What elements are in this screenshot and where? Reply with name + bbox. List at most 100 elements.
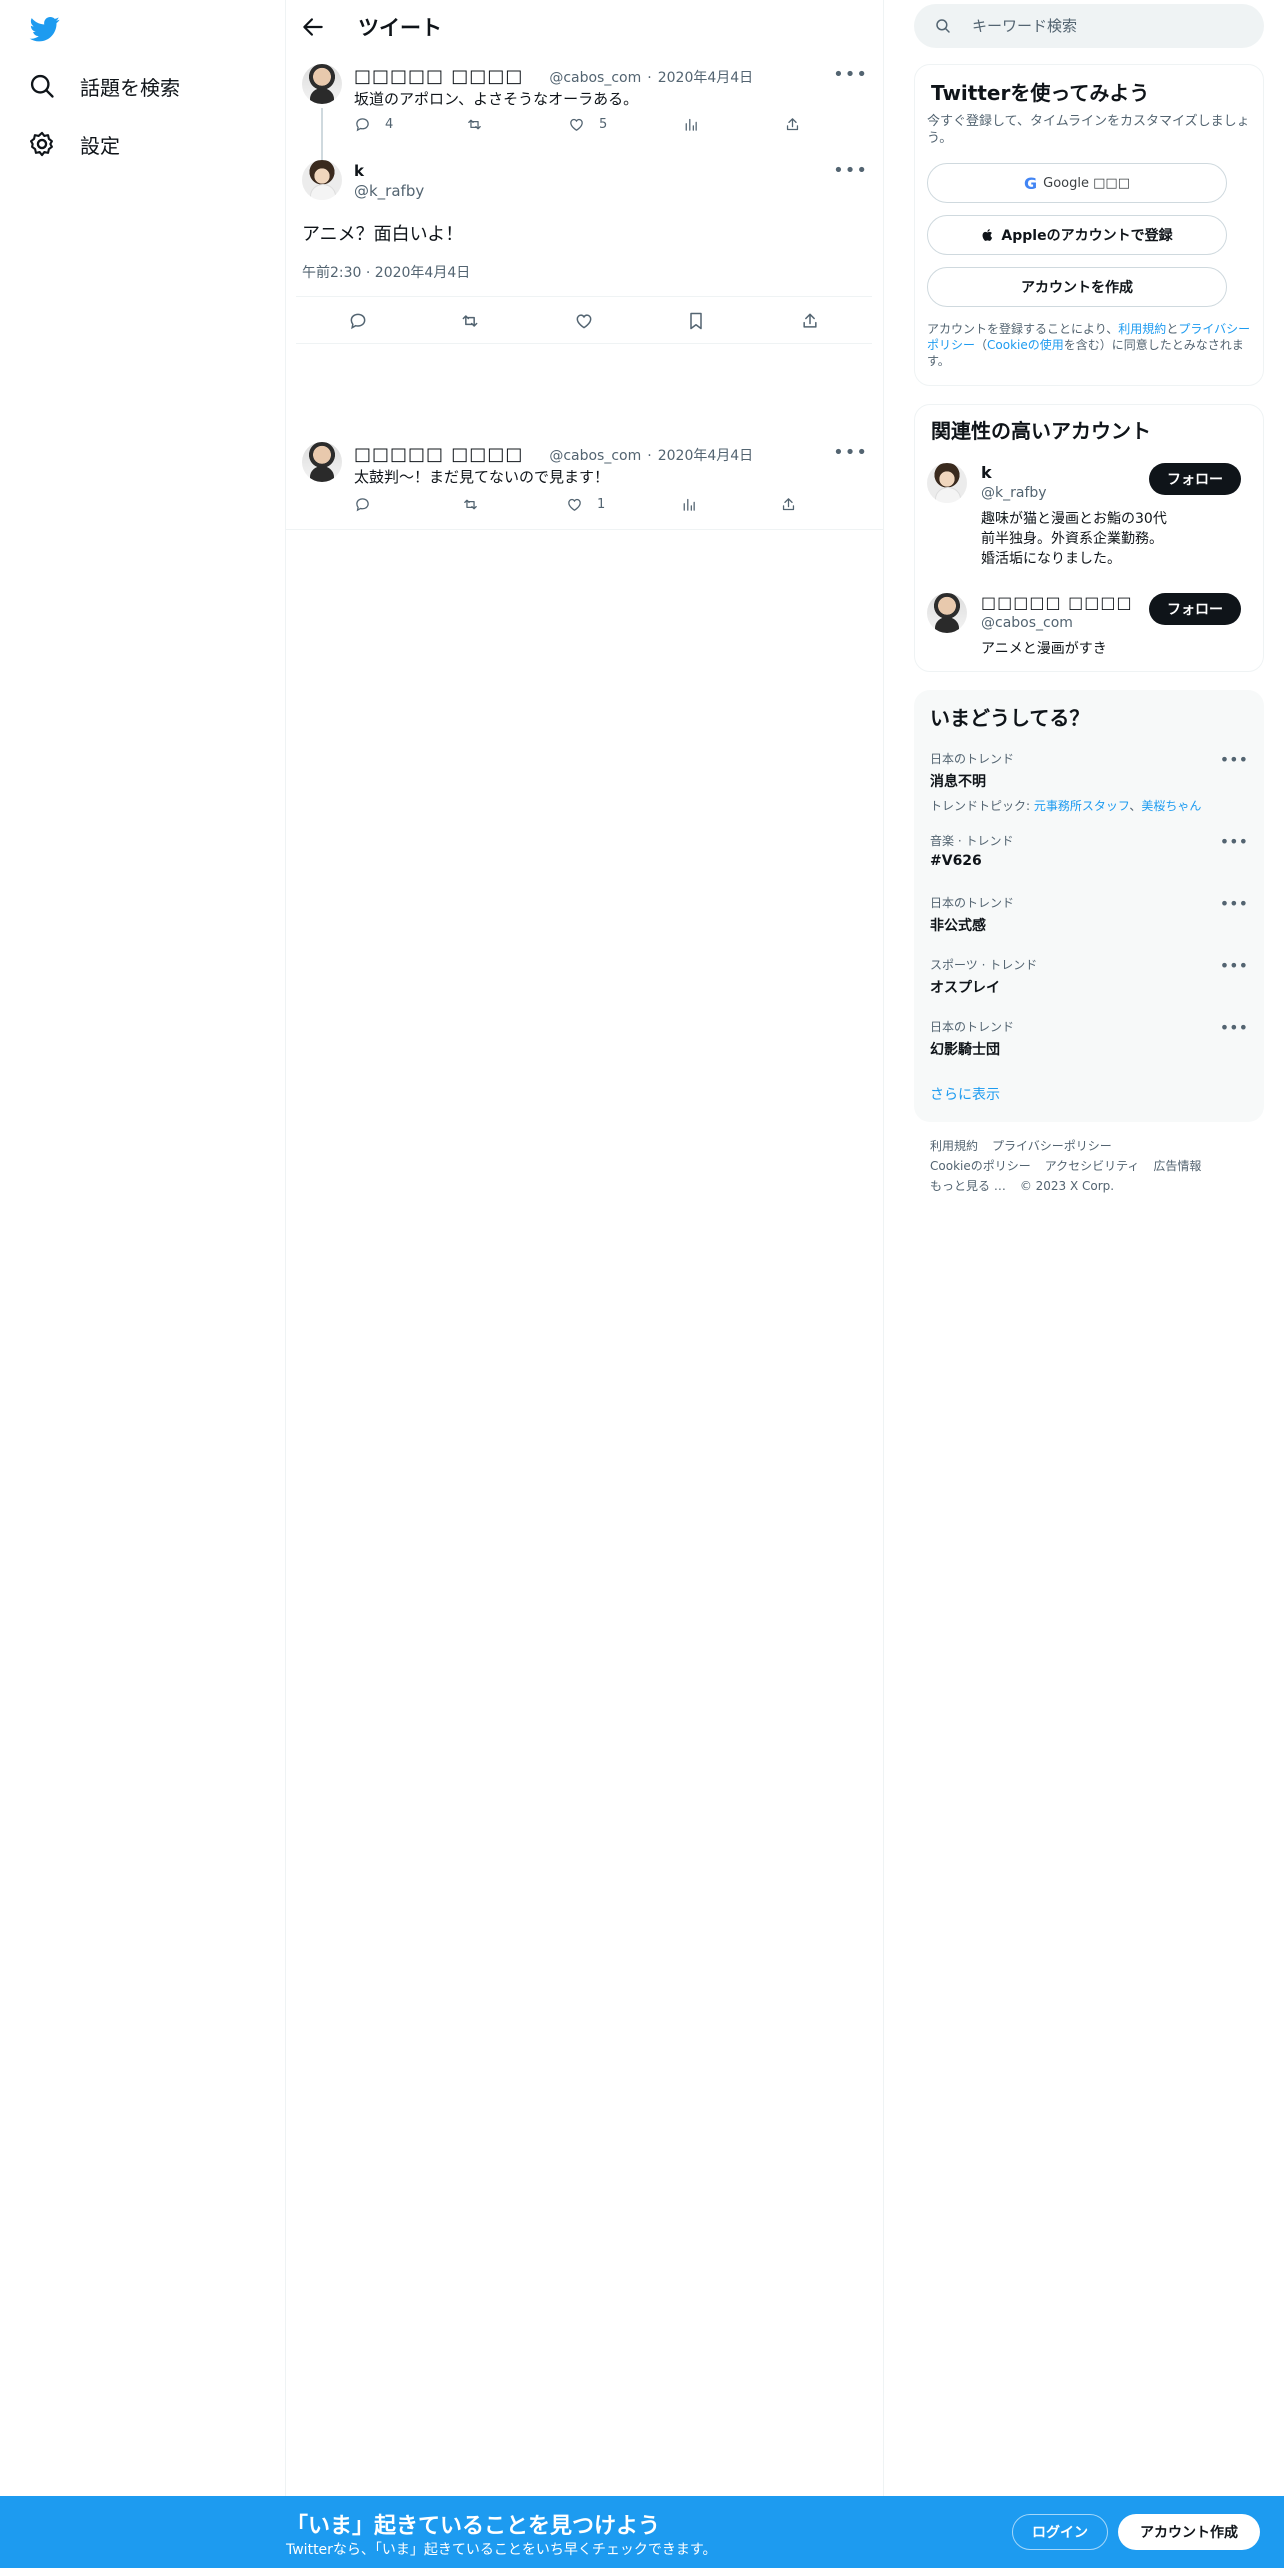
main-column: ツイート □□□□□ □□□□ @cabos_com · 2020年4月4日 •… [286, 0, 884, 2568]
bookmark-button[interactable] [686, 311, 706, 331]
follow-button[interactable]: フォロー [1149, 593, 1241, 625]
create-account-button[interactable]: アカウントを作成 [927, 267, 1227, 307]
like-button[interactable] [574, 311, 594, 331]
page-header: ツイート [286, 0, 883, 54]
legal-text-2: と [1166, 322, 1179, 336]
login-button[interactable]: ログイン [1012, 2514, 1108, 2550]
share-button[interactable] [800, 311, 820, 331]
more-icon[interactable]: ••• [833, 160, 868, 181]
terms-link[interactable]: 利用規約 [1118, 322, 1166, 336]
footer-cookie-link[interactable]: Cookieのポリシー [930, 1159, 1031, 1173]
reply-button[interactable]: 4 [354, 116, 393, 133]
twitter-logo-icon[interactable] [28, 14, 62, 44]
banner-subtitle: Twitterなら、「いま」起きていることをいち早くチェックできます。 [286, 2542, 717, 2558]
retweet-button[interactable] [462, 496, 479, 513]
trend-category: スポーツ · トレンド [930, 958, 1038, 972]
search-box[interactable] [914, 4, 1264, 48]
share-button[interactable] [784, 116, 801, 133]
trend-topic-link[interactable]: 美桜ちゃん [1141, 799, 1201, 813]
trend-item[interactable]: 日本のトレンド 消息不明 トレンドトピック: 元事務所スタッフ、美桜ちゃん ••… [930, 750, 1248, 814]
tweet-author-handle[interactable]: @cabos_com [549, 448, 641, 464]
trend-topic-link[interactable]: 元事務所スタッフ [1034, 799, 1130, 813]
trend-item[interactable]: 日本のトレンド 非公式感 ••• [930, 894, 1248, 935]
like-button[interactable]: 1 [566, 496, 605, 513]
tweet-author-handle[interactable]: @k_rafby [354, 182, 424, 200]
avatar[interactable] [302, 64, 342, 104]
footer-links: 利用規約 プライバシーポリシー Cookieのポリシー アクセシビリティ 広告情報 も… [930, 1136, 1260, 1196]
retweet-button[interactable] [466, 116, 483, 133]
avatar[interactable] [302, 160, 342, 200]
reply-icon [356, 498, 369, 512]
relevant-accounts-card: 関連性の高いアカウント k @k_rafby 趣味が猫と漫画とお鮨の30代前半独… [914, 404, 1264, 672]
more-icon[interactable]: ••• [1220, 1018, 1248, 1037]
footer-more-link[interactable]: もっと見る … [930, 1179, 1006, 1193]
retweet-button[interactable] [460, 311, 480, 331]
tweet-timestamp[interactable]: 午前2:30 · 2020年4月4日 [302, 262, 470, 282]
account-name[interactable]: □□□□□ □□□□ [981, 593, 1133, 612]
tweet-author-name[interactable]: □□□□□ □□□□ [354, 444, 523, 465]
cookie-link[interactable]: Cookieの使用 [987, 338, 1064, 352]
footer-accessibility-link[interactable]: アクセシビリティ [1045, 1159, 1140, 1173]
trend-item[interactable]: 日本のトレンド 幻影騎士団 ••• [930, 1018, 1248, 1059]
tweet-author-handle[interactable]: @cabos_com [549, 70, 641, 86]
tweet-reply[interactable]: □□□□□ □□□□ @cabos_com · 2020年4月4日 ••• 太鼓… [286, 442, 884, 530]
signup-button[interactable]: アカウント作成 [1118, 2514, 1260, 2550]
tweet-date[interactable]: 2020年4月4日 [658, 445, 753, 465]
legal-text-3: （ [975, 338, 988, 352]
bookmark-icon [690, 312, 702, 330]
avatar[interactable] [927, 463, 967, 503]
separator-dot: · [647, 448, 652, 464]
back-arrow-icon[interactable] [300, 14, 326, 40]
footer-privacy-link[interactable]: プライバシーポリシー [992, 1139, 1112, 1153]
google-signup-button[interactable]: G Google □□□ [927, 163, 1227, 203]
share-button[interactable] [780, 496, 797, 513]
more-icon[interactable]: ••• [833, 64, 868, 85]
nav-explore[interactable]: 話題を検索 [28, 66, 180, 106]
search-input[interactable] [972, 17, 1252, 35]
account-name[interactable]: k [981, 463, 993, 482]
views-button[interactable] [680, 496, 697, 513]
avatar[interactable] [927, 593, 967, 633]
show-more-link[interactable]: さらに表示 [930, 1084, 1000, 1104]
tweet-author-name[interactable]: □□□□□ □□□□ [354, 66, 523, 87]
more-icon[interactable]: ••• [1220, 894, 1248, 913]
tweet-parent[interactable]: □□□□□ □□□□ @cabos_com · 2020年4月4日 ••• 坂道… [286, 64, 884, 160]
trend-name: 非公式感 [930, 918, 986, 934]
banner-title: 「いま」起きていることを見つけよう [286, 2514, 661, 2539]
views-button[interactable] [682, 116, 699, 133]
like-count: 1 [597, 497, 606, 512]
tweet-text: 坂道のアポロン、よさそうなオーラある。 [354, 90, 639, 108]
tweet-author-name[interactable]: k [354, 162, 364, 180]
apple-icon [982, 229, 993, 241]
more-icon[interactable]: ••• [1220, 750, 1248, 769]
account-handle[interactable]: @cabos_com [981, 615, 1073, 631]
trends-title: いまどうしてる？ [930, 706, 1090, 730]
signup-legal-text: アカウントを登録することにより、利用規約とプライバシーポリシー（Cookieの使… [927, 321, 1257, 369]
reply-button[interactable] [354, 496, 385, 513]
account-handle[interactable]: @k_rafby [981, 485, 1047, 501]
nav-explore-label: 話題を検索 [80, 75, 180, 100]
thread-line [321, 108, 323, 160]
footer-terms-link[interactable]: 利用規約 [930, 1139, 978, 1153]
trend-category: 日本のトレンド [930, 896, 1015, 910]
more-icon[interactable]: ••• [833, 442, 868, 463]
reply-button[interactable] [348, 311, 368, 331]
footer-ads-link[interactable]: 広告情報 [1153, 1159, 1201, 1173]
follow-button[interactable]: フォロー [1149, 463, 1241, 495]
reply-count: 4 [385, 117, 394, 132]
like-button[interactable]: 5 [568, 116, 607, 133]
trend-item[interactable]: 音楽 · トレンド #V626 ••• [930, 832, 1248, 869]
trend-category: 音楽 · トレンド [930, 834, 1014, 848]
nav-settings[interactable]: 設定 [28, 124, 120, 164]
more-icon[interactable]: ••• [1220, 832, 1248, 851]
apple-signup-button[interactable]: Appleのアカウントで登録 [927, 215, 1227, 255]
tweet-date[interactable]: 2020年4月4日 [658, 67, 753, 87]
trend-item[interactable]: スポーツ · トレンド オスプレイ ••• [930, 956, 1248, 997]
tweet-actions: 1 [354, 496, 797, 516]
account-bio: アニメと漫画がすき [981, 641, 1107, 657]
more-icon[interactable]: ••• [1220, 956, 1248, 975]
tweet-meta: □□□□□ □□□□ @cabos_com · 2020年4月4日 [354, 66, 753, 87]
avatar[interactable] [302, 442, 342, 482]
heart-icon [576, 314, 592, 329]
relevant-title: 関連性の高いアカウント [931, 419, 1151, 443]
